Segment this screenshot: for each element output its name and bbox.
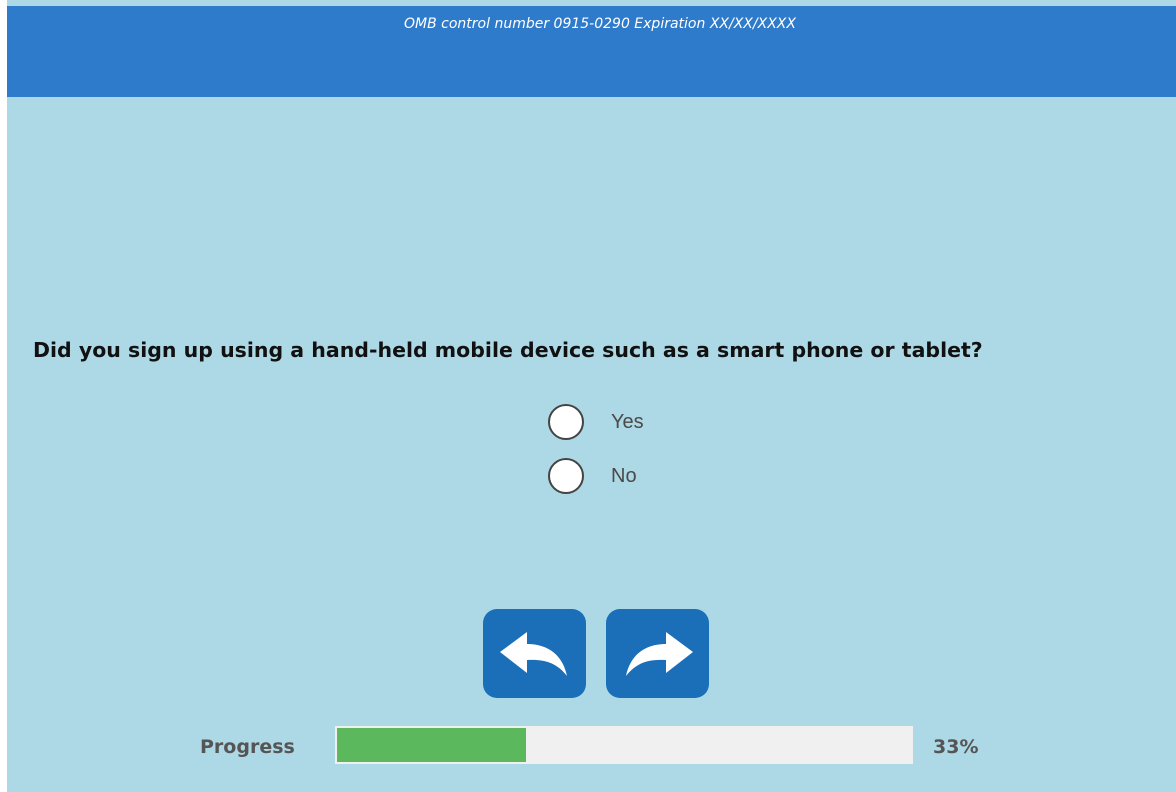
- option-no[interactable]: No: [548, 456, 637, 496]
- radio-no[interactable]: [548, 458, 584, 494]
- back-arrow-icon: [499, 631, 567, 676]
- radio-yes[interactable]: [548, 404, 584, 440]
- progress-label: Progress: [200, 736, 295, 758]
- progress-percent: 33%: [933, 736, 979, 758]
- question-text: Did you sign up using a hand-held mobile…: [33, 338, 983, 362]
- next-button[interactable]: [606, 609, 709, 698]
- progress-bar-fill: [337, 728, 526, 762]
- header-bar: OMB control number 0915-0290 Expiration …: [7, 6, 1176, 97]
- option-yes-label[interactable]: Yes: [611, 411, 644, 434]
- forward-arrow-icon: [625, 631, 693, 676]
- progress-bar: [335, 726, 913, 764]
- back-button[interactable]: [483, 609, 586, 698]
- omb-control-notice: OMB control number 0915-0290 Expiration …: [404, 16, 796, 32]
- option-yes[interactable]: Yes: [548, 402, 644, 442]
- survey-page: OMB control number 0915-0290 Expiration …: [7, 0, 1176, 792]
- option-no-label[interactable]: No: [611, 465, 637, 488]
